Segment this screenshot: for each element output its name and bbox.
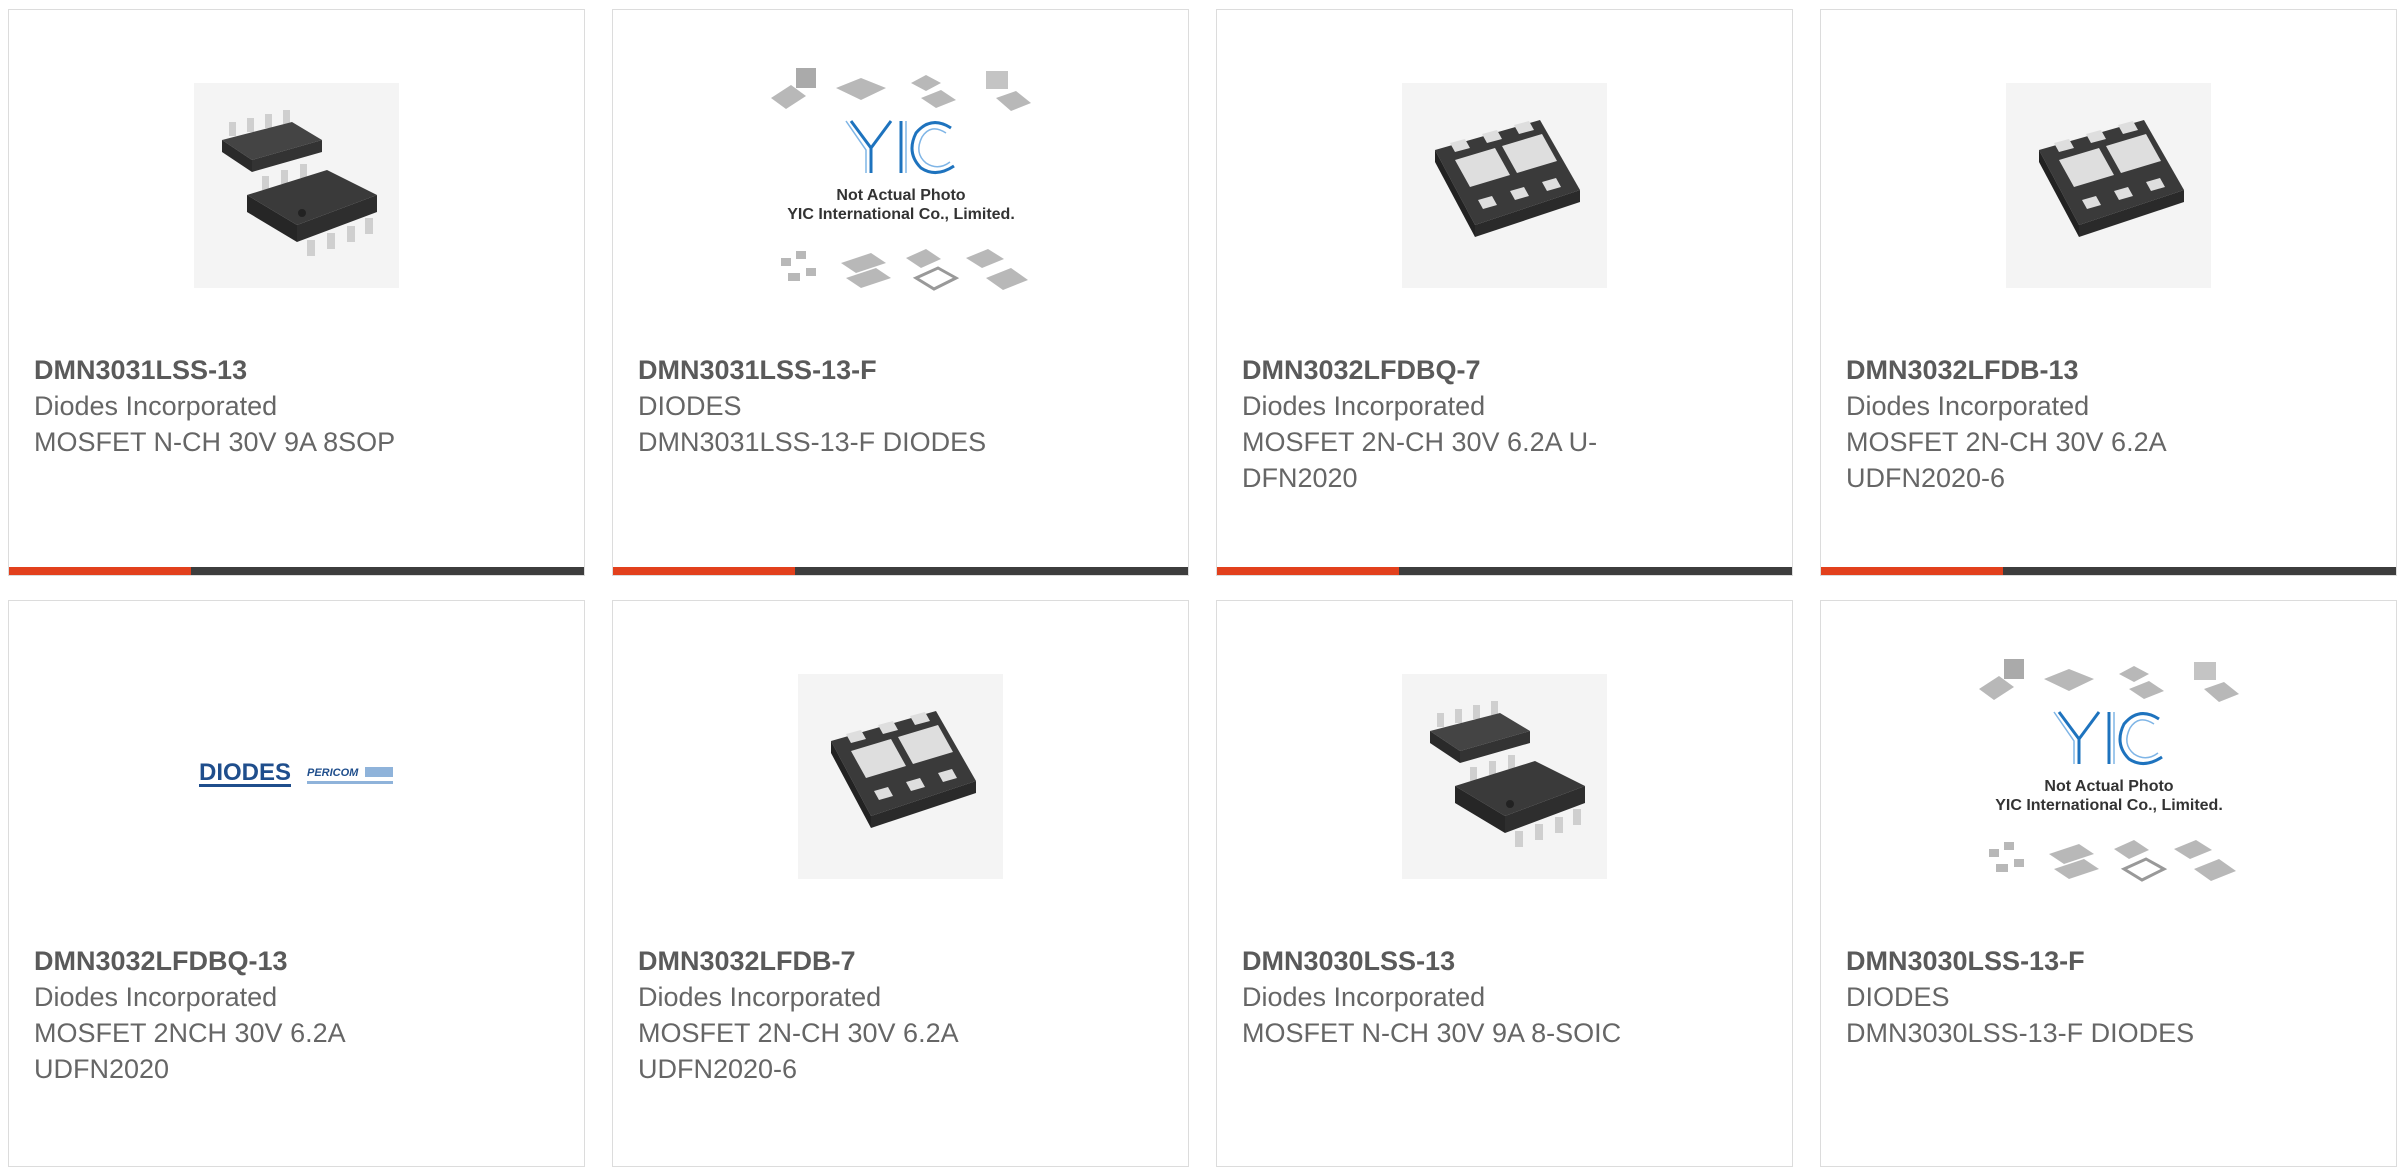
product-grid: DMN3031LSS-13 Diodes Incorporated MOSFET… xyxy=(0,0,2400,1167)
part-number[interactable]: DMN3030LSS-13 xyxy=(1242,943,1672,979)
product-image[interactable] xyxy=(613,641,1188,911)
manufacturer: Diodes Incorporated xyxy=(1242,391,1486,421)
part-number[interactable]: DMN3032LFDB-13 xyxy=(1846,352,2276,388)
part-number[interactable]: DMN3032LFDBQ-7 xyxy=(1242,352,1672,388)
product-image[interactable] xyxy=(1821,50,2396,320)
card-accent xyxy=(1821,567,2003,575)
udfn-package-image xyxy=(1402,82,1607,288)
description: DMN3031LSS-13-F DIODES xyxy=(638,427,987,457)
card-bottom-bar xyxy=(9,567,584,575)
product-image[interactable]: Not Actual Photo YIC International Co., … xyxy=(613,50,1188,320)
part-number[interactable]: DMN3032LFDB-7 xyxy=(638,943,1068,979)
manufacturer: Diodes Incorporated xyxy=(1242,982,1486,1012)
product-info: DMN3032LFDB-13 Diodes Incorporated MOSFE… xyxy=(1846,352,2276,496)
card-bottom-bar xyxy=(1217,567,1792,575)
card-accent xyxy=(1217,567,1399,575)
not-actual-photo-placeholder-image: Not Actual Photo YIC International Co., … xyxy=(770,67,1031,291)
diodes-pericom-logo: DIODES PERICOM xyxy=(198,759,393,787)
placeholder-line-2: YIC International Co., Limited. xyxy=(787,206,1015,223)
product-info: DMN3032LFDBQ-7 Diodes Incorporated MOSFE… xyxy=(1242,352,1672,496)
description: MOSFET 2NCH 30V 6.2A UDFN2020 xyxy=(34,1018,345,1084)
card-accent xyxy=(613,567,795,575)
product-card[interactable]: DMN3032LFDB-13 Diodes Incorporated MOSFE… xyxy=(1820,9,2397,576)
product-image[interactable]: Not Actual Photo YIC International Co., … xyxy=(1821,641,2396,911)
product-image[interactable] xyxy=(1217,50,1792,320)
description: MOSFET 2N-CH 30V 6.2A UDFN2020-6 xyxy=(1846,427,2166,493)
part-number[interactable]: DMN3032LFDBQ-13 xyxy=(34,943,464,979)
manufacturer: Diodes Incorporated xyxy=(34,391,278,421)
placeholder-line-1: Not Actual Photo xyxy=(2044,778,2173,795)
product-info: DMN3031LSS-13-F DIODES DMN3031LSS-13-F D… xyxy=(638,352,1068,460)
product-card[interactable]: Not Actual Photo YIC International Co., … xyxy=(612,9,1189,576)
product-card[interactable]: DMN3031LSS-13 Diodes Incorporated MOSFET… xyxy=(8,9,585,576)
product-info: DMN3032LFDB-7 Diodes Incorporated MOSFET… xyxy=(638,943,1068,1087)
product-info: DMN3030LSS-13 Diodes Incorporated MOSFET… xyxy=(1242,943,1672,1051)
part-number[interactable]: DMN3031LSS-13-F xyxy=(638,352,1068,388)
product-card[interactable]: DMN3032LFDBQ-7 Diodes Incorporated MOSFE… xyxy=(1216,9,1793,576)
product-card[interactable]: DMN3032LFDB-7 Diodes Incorporated MOSFET… xyxy=(612,600,1189,1167)
card-bottom-bar xyxy=(1821,567,2396,575)
product-info: DMN3032LFDBQ-13 Diodes Incorporated MOSF… xyxy=(34,943,464,1087)
product-info: DMN3030LSS-13-F DIODES DMN3030LSS-13-F D… xyxy=(1846,943,2276,1051)
part-number[interactable]: DMN3030LSS-13-F xyxy=(1846,943,2276,979)
product-image[interactable] xyxy=(1217,641,1792,911)
description: MOSFET 2N-CH 30V 6.2A UDFN2020-6 xyxy=(638,1018,958,1084)
manufacturer: DIODES xyxy=(1846,982,1950,1012)
placeholder-line-2: YIC International Co., Limited. xyxy=(1995,797,2223,814)
description: MOSFET N-CH 30V 9A 8SOP xyxy=(34,427,396,457)
udfn-package-image xyxy=(2006,82,2211,288)
product-info: DMN3031LSS-13 Diodes Incorporated MOSFET… xyxy=(34,352,464,460)
description: DMN3030LSS-13-F DIODES xyxy=(1846,1018,2195,1048)
manufacturer: DIODES xyxy=(638,391,742,421)
manufacturer: Diodes Incorporated xyxy=(34,982,278,1012)
part-number[interactable]: DMN3031LSS-13 xyxy=(34,352,464,388)
not-actual-photo-placeholder-image: Not Actual Photo YIC International Co., … xyxy=(1978,658,2239,882)
pericom-logo-text: PERICOM xyxy=(307,767,359,779)
placeholder-line-1: Not Actual Photo xyxy=(836,187,965,204)
product-image[interactable]: DIODES PERICOM xyxy=(9,641,584,911)
product-card[interactable]: Not Actual Photo YIC International Co., … xyxy=(1820,600,2397,1167)
manufacturer: Diodes Incorporated xyxy=(1846,391,2090,421)
product-card[interactable]: DIODES PERICOM DMN3032LFDBQ-13 Diodes In… xyxy=(8,600,585,1167)
card-accent xyxy=(9,567,191,575)
product-image[interactable] xyxy=(9,50,584,320)
udfn-package-image xyxy=(798,673,1003,879)
soic-8-package-image xyxy=(1402,673,1607,879)
diodes-logo-text: DIODES xyxy=(199,759,291,786)
card-bottom-bar xyxy=(613,567,1188,575)
manufacturer: Diodes Incorporated xyxy=(638,982,882,1012)
product-card[interactable]: DMN3030LSS-13 Diodes Incorporated MOSFET… xyxy=(1216,600,1793,1167)
description: MOSFET N-CH 30V 9A 8-SOIC xyxy=(1242,1018,1622,1048)
soic-8-package-image xyxy=(194,82,399,288)
description: MOSFET 2N-CH 30V 6.2A U-DFN2020 xyxy=(1242,427,1598,493)
